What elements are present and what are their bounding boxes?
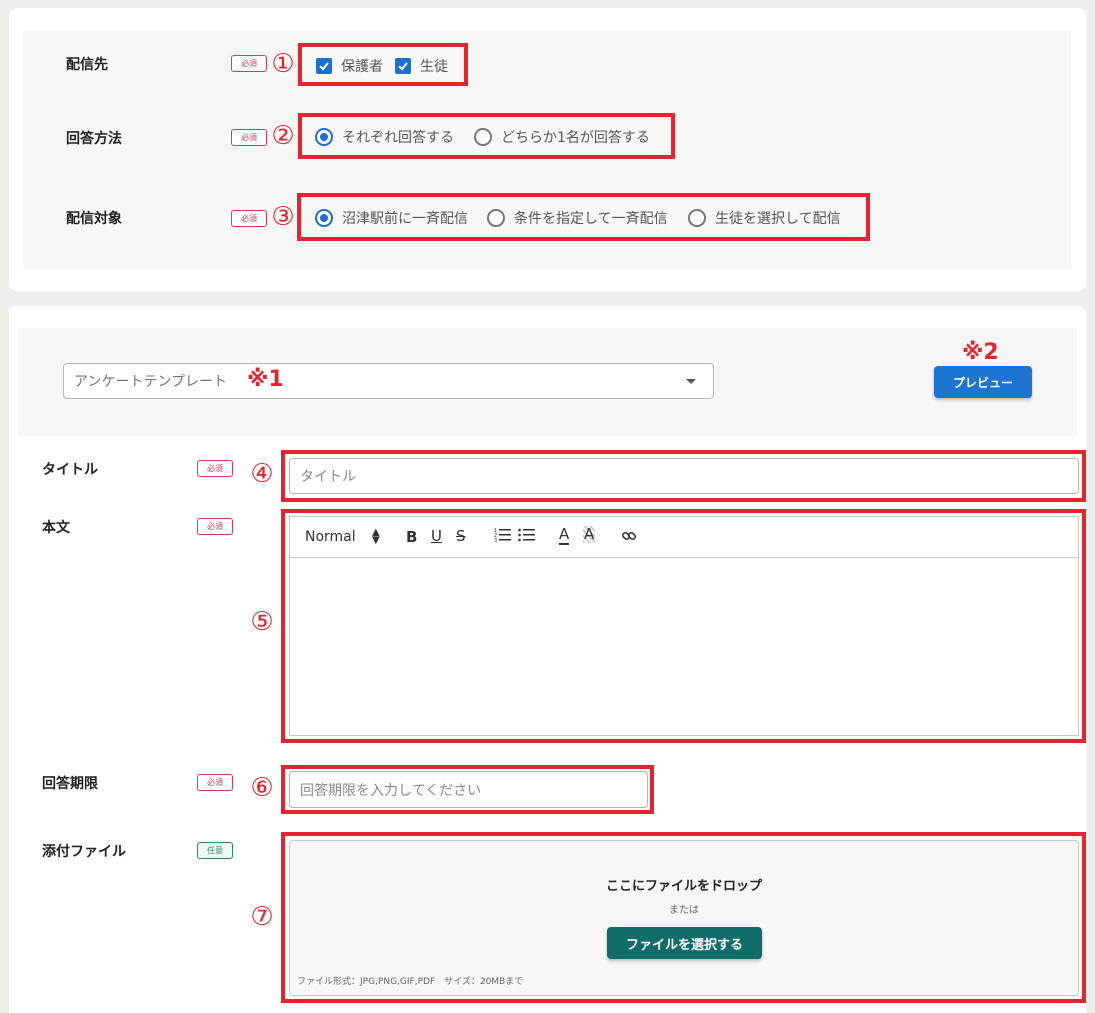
answer-one-radio[interactable]: どちらか1名が回答する: [474, 127, 650, 147]
body-label: 本文: [42, 520, 70, 536]
radio-selected-icon: [315, 128, 333, 146]
annotation-number-2: ②: [271, 121, 295, 151]
title-input-placeholder: タイトル: [300, 469, 356, 485]
template-select-placeholder: アンケートテンプレート: [74, 374, 228, 390]
annotation-number-7: ⑦: [250, 902, 274, 932]
note-2: ※2: [962, 340, 999, 365]
background-color-icon[interactable]: A: [583, 526, 596, 543]
file-format-note: ファイル形式：JPG,PNG,GIF,PDF サイズ：20MBまで: [297, 977, 524, 987]
svg-text:3: 3: [494, 538, 497, 543]
preview-button[interactable]: プレビュー: [934, 366, 1032, 398]
ordered-list-icon[interactable]: 123: [494, 527, 512, 547]
required-badge: 必須: [197, 518, 233, 535]
chevron-down-icon: [686, 379, 696, 384]
recipient-student-label: 生徒: [420, 59, 448, 75]
bold-icon[interactable]: B: [406, 528, 417, 546]
recipient-parent-checkbox[interactable]: 保護者: [316, 56, 383, 76]
required-badge: 必須: [231, 55, 267, 72]
target-all-label: 沼津駅前に一斉配信: [342, 211, 468, 227]
rich-text-editor: Normal ▲ ▼ B U S 123 A A: [289, 516, 1079, 736]
annotation-number-5: ⑤: [250, 607, 274, 637]
answer-one-label: どちらか1名が回答する: [501, 130, 650, 146]
file-select-button[interactable]: ファイルを選択する: [607, 927, 762, 959]
required-badge: 必須: [231, 129, 267, 146]
target-condition-radio[interactable]: 条件を指定して一斉配信: [487, 208, 668, 228]
target-all-radio[interactable]: 沼津駅前に一斉配信: [315, 208, 468, 228]
required-badge: 必須: [197, 774, 233, 791]
font-size-select[interactable]: Normal: [305, 528, 356, 546]
template-select[interactable]: アンケートテンプレート: [63, 363, 714, 399]
answer-method-label: 回答方法: [66, 131, 122, 147]
required-badge: 必須: [197, 460, 233, 477]
annotation-number-3: ③: [271, 202, 295, 232]
target-select-label: 生徒を選択して配信: [715, 211, 841, 227]
attachment-label: 添付ファイル: [42, 844, 126, 860]
recipients-label: 配信先: [66, 57, 108, 73]
strikethrough-icon[interactable]: S: [456, 527, 466, 545]
target-label: 配信対象: [66, 211, 122, 227]
recipient-student-checkbox[interactable]: 生徒: [395, 56, 448, 76]
radio-selected-icon: [315, 209, 333, 227]
file-drop-zone[interactable]: ここにファイルをドロップ または ファイルを選択する ファイル形式：JPG,PN…: [289, 840, 1079, 996]
target-select-radio[interactable]: 生徒を選択して配信: [688, 208, 841, 228]
recipient-parent-label: 保護者: [341, 59, 383, 75]
annotation-number-6: ⑥: [250, 773, 274, 803]
bullet-list-icon[interactable]: [518, 527, 536, 547]
drop-text: ここにファイルをドロップ: [605, 879, 762, 894]
required-badge: 必須: [231, 210, 267, 227]
deadline-input-placeholder: 回答期限を入力してください: [300, 782, 482, 799]
annotation-number-1: ①: [271, 49, 295, 79]
radio-unselected-icon: [487, 209, 505, 227]
annotation-number-4: ④: [250, 459, 274, 489]
note-1: ※1: [247, 367, 284, 392]
optional-badge: 任意: [197, 842, 233, 859]
checkbox-checked-icon: [395, 58, 411, 74]
underline-icon[interactable]: U: [431, 527, 442, 545]
text-color-icon[interactable]: A: [559, 526, 570, 545]
editor-toolbar: Normal ▲ ▼ B U S 123 A A: [290, 517, 1078, 558]
or-text: または: [669, 905, 699, 916]
editor-content[interactable]: [290, 559, 1078, 735]
checkbox-checked-icon: [316, 58, 332, 74]
target-condition-label: 条件を指定して一斉配信: [514, 211, 668, 227]
radio-unselected-icon: [474, 128, 492, 146]
up-down-arrows-icon: ▲ ▼: [372, 527, 380, 546]
radio-unselected-icon: [688, 209, 706, 227]
answer-each-radio[interactable]: それぞれ回答する: [315, 127, 454, 147]
deadline-input[interactable]: 回答期限を入力してください: [289, 771, 648, 808]
deadline-label: 回答期限: [42, 776, 98, 792]
title-input[interactable]: タイトル: [289, 458, 1079, 494]
link-icon[interactable]: [621, 528, 637, 548]
title-label: タイトル: [42, 462, 98, 478]
answer-each-label: それぞれ回答する: [342, 130, 454, 146]
